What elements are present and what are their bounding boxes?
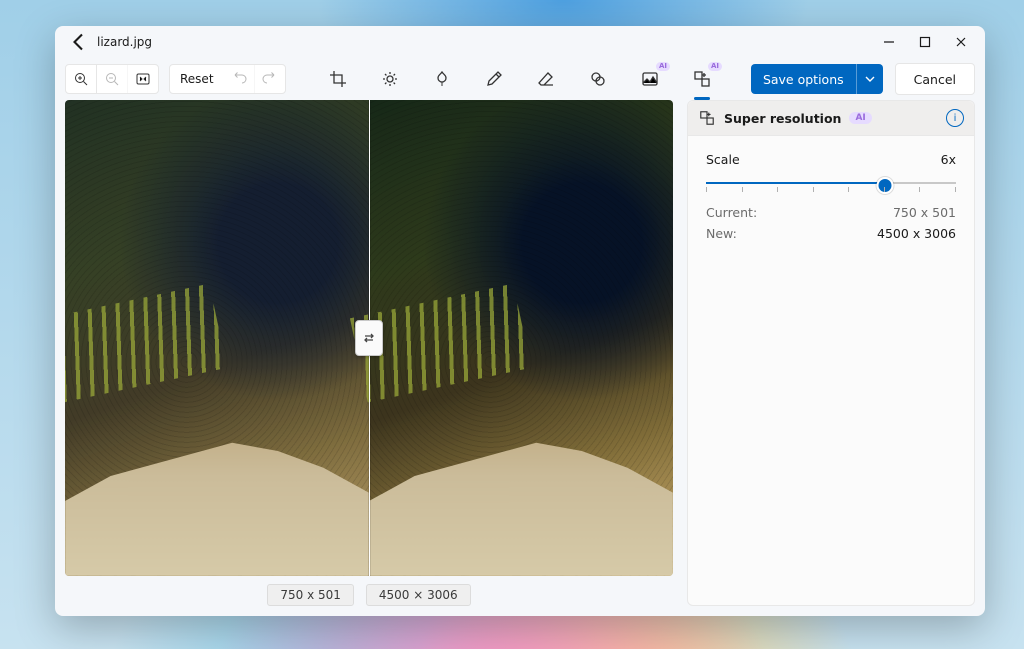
crop-icon xyxy=(329,70,347,88)
zoom-in-button[interactable] xyxy=(66,65,97,93)
zoom-out-button[interactable] xyxy=(97,65,128,93)
pencil-icon xyxy=(485,70,503,88)
background-ai-icon xyxy=(641,70,659,88)
new-value: 4500 x 3006 xyxy=(877,226,956,241)
original-dimension-chip: 750 x 501 xyxy=(267,584,354,606)
new-dimension-chip: 4500 × 3006 xyxy=(366,584,471,606)
info-button[interactable]: i xyxy=(946,109,964,127)
tool-background-ai[interactable]: AI xyxy=(636,63,664,95)
save-options-label: Save options xyxy=(751,72,856,87)
scale-row: Scale 6x xyxy=(706,152,956,167)
panel-header: Super resolution AI i xyxy=(688,101,974,136)
chevron-down-icon xyxy=(865,74,875,84)
ai-pill: AI xyxy=(849,112,871,124)
save-options-dropdown[interactable] xyxy=(856,64,883,94)
tool-markup[interactable] xyxy=(480,63,508,95)
tool-adjustment[interactable] xyxy=(376,63,404,95)
retouch-icon xyxy=(433,70,451,88)
undo-button[interactable] xyxy=(224,65,255,93)
save-options-button[interactable]: Save options xyxy=(751,64,883,94)
zoom-out-icon xyxy=(104,71,120,87)
tool-filters[interactable] xyxy=(584,63,612,95)
slider-ticks xyxy=(706,187,956,192)
app-window: lizard.jpg Reset xyxy=(55,26,985,616)
ai-badge-icon: AI xyxy=(708,62,722,71)
redo-icon xyxy=(262,71,278,87)
panel-body: Scale 6x Current: 750 x 501 New: xyxy=(688,136,974,261)
eraser-icon xyxy=(537,70,555,88)
photo-original-side xyxy=(65,100,369,576)
tool-crop[interactable] xyxy=(324,63,352,95)
tool-super-resolution-ai[interactable]: AI xyxy=(688,63,716,95)
cancel-button[interactable]: Cancel xyxy=(895,63,975,95)
window-minimize[interactable] xyxy=(871,26,907,58)
tool-erase[interactable] xyxy=(532,63,560,95)
undo-icon xyxy=(231,71,247,87)
swap-horizontal-icon xyxy=(362,331,376,345)
arrow-left-icon xyxy=(67,30,91,54)
canvas-area: 750 x 501 4500 × 3006 xyxy=(65,100,673,606)
scale-value: 6x xyxy=(941,152,956,167)
filters-icon xyxy=(589,70,607,88)
super-resolution-panel: Super resolution AI i Scale 6x xyxy=(687,100,975,606)
brightness-icon xyxy=(381,70,399,88)
history-group: Reset xyxy=(169,64,286,94)
photo-comparison[interactable] xyxy=(65,100,673,576)
super-resolution-icon xyxy=(693,70,711,88)
scale-slider[interactable] xyxy=(706,175,956,191)
titlebar: lizard.jpg xyxy=(55,26,985,58)
maximize-icon xyxy=(919,36,931,48)
minimize-icon xyxy=(883,36,895,48)
dimension-labels: 750 x 501 4500 × 3006 xyxy=(65,576,673,606)
photo-enhanced-side xyxy=(369,100,673,576)
new-label: New: xyxy=(706,226,737,241)
panel-title: Super resolution xyxy=(724,111,841,126)
close-icon xyxy=(955,36,967,48)
window-close[interactable] xyxy=(943,26,979,58)
tool-tabs: AI AI xyxy=(324,63,716,95)
zoom-group xyxy=(65,64,159,94)
reset-button[interactable]: Reset xyxy=(170,65,224,93)
current-row: Current: 750 x 501 xyxy=(706,205,956,220)
current-label: Current: xyxy=(706,205,757,220)
workarea: 750 x 501 4500 × 3006 Super resolution A… xyxy=(55,100,985,616)
redo-button[interactable] xyxy=(255,65,285,93)
comparison-slider-handle[interactable] xyxy=(355,320,383,356)
tool-retouch[interactable] xyxy=(428,63,456,95)
window-maximize[interactable] xyxy=(907,26,943,58)
ai-badge-icon: AI xyxy=(656,62,670,71)
scale-label: Scale xyxy=(706,152,740,167)
toolbar: Reset xyxy=(55,58,985,100)
current-value: 750 x 501 xyxy=(893,205,956,220)
zoom-in-icon xyxy=(73,71,89,87)
fit-screen-icon xyxy=(135,71,151,87)
file-name: lizard.jpg xyxy=(97,35,152,49)
super-resolution-icon xyxy=(698,109,716,127)
back-button[interactable] xyxy=(67,30,91,54)
new-row: New: 4500 x 3006 xyxy=(706,226,956,241)
fit-screen-button[interactable] xyxy=(128,65,158,93)
